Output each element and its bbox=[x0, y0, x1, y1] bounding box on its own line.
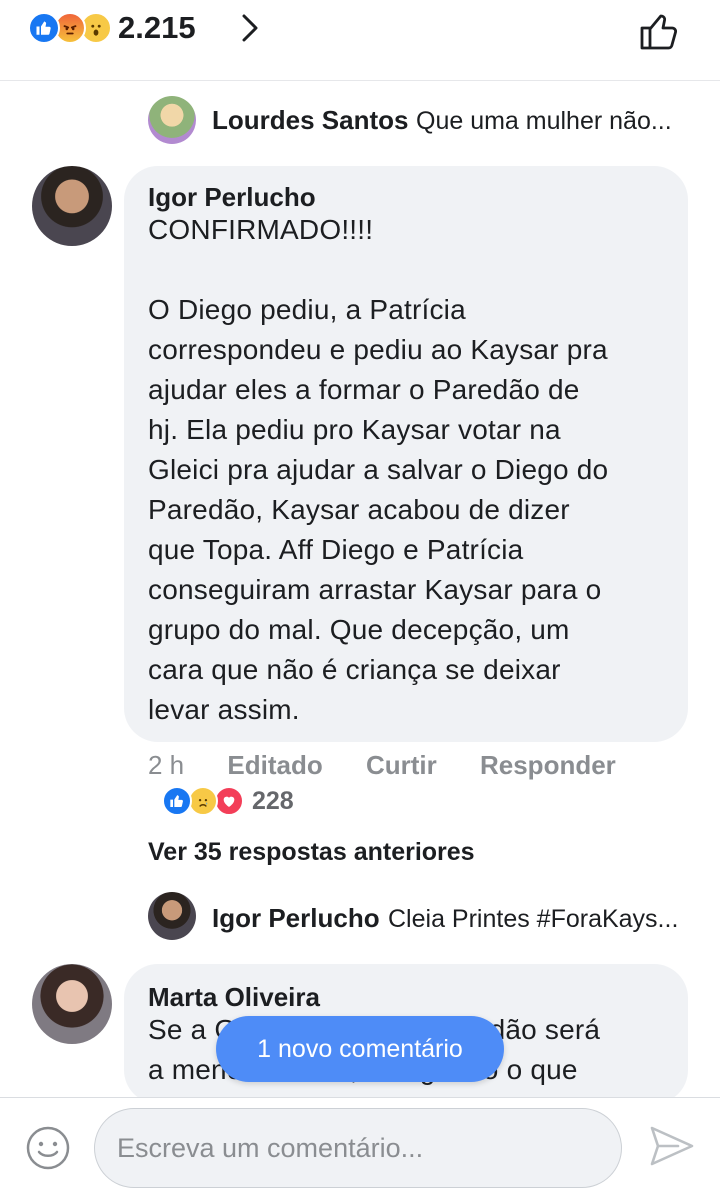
reaction-count: 2.215 bbox=[118, 10, 196, 45]
reactions-header: 2.215 bbox=[0, 0, 720, 81]
comment-composer bbox=[0, 1097, 720, 1201]
comment-actions: 2 h Editado Curtir Responder bbox=[148, 750, 616, 781]
new-comment-button[interactable]: 1 novo comentário bbox=[216, 1016, 504, 1082]
comment-author[interactable]: Marta Oliveira bbox=[148, 982, 320, 1013]
reply-author[interactable]: Lourdes Santos bbox=[212, 105, 408, 136]
like-action[interactable]: Curtir bbox=[366, 750, 437, 780]
reply-text[interactable]: Que uma mulher não... bbox=[416, 107, 686, 136]
comment-time: 2 h bbox=[148, 750, 185, 780]
comment-input[interactable] bbox=[94, 1108, 622, 1188]
view-previous-replies[interactable]: Ver 35 respostas anteriores bbox=[148, 838, 475, 867]
avatar[interactable] bbox=[32, 964, 112, 1044]
comment-reaction-count: 228 bbox=[252, 786, 294, 815]
edited-label[interactable]: Editado bbox=[227, 750, 322, 780]
avatar[interactable] bbox=[32, 166, 112, 246]
smiley-icon[interactable] bbox=[24, 1124, 72, 1172]
comment-bubble: Igor Perlucho CONFIRMADO!!!! O Diego ped… bbox=[124, 166, 688, 742]
reply-author[interactable]: Igor Perlucho bbox=[212, 903, 380, 934]
sad-icon bbox=[188, 786, 218, 816]
avatar[interactable] bbox=[148, 892, 196, 940]
like-button-icon[interactable] bbox=[636, 6, 684, 54]
send-icon[interactable] bbox=[646, 1120, 698, 1172]
like-icon bbox=[28, 12, 60, 44]
chevron-right-icon[interactable] bbox=[236, 10, 264, 46]
reply-text[interactable]: Cleia Printes #ForaKays... bbox=[388, 905, 686, 934]
comment-body: CONFIRMADO!!!! O Diego pediu, a Patrícia… bbox=[148, 214, 609, 725]
comment-reactions[interactable]: 228 bbox=[162, 786, 294, 816]
like-icon bbox=[162, 786, 192, 816]
avatar[interactable] bbox=[148, 96, 196, 144]
comment-author[interactable]: Igor Perlucho bbox=[148, 182, 316, 213]
reactions-summary[interactable]: 2.215 bbox=[28, 8, 196, 48]
reply-action[interactable]: Responder bbox=[480, 750, 616, 780]
love-icon bbox=[214, 786, 244, 816]
